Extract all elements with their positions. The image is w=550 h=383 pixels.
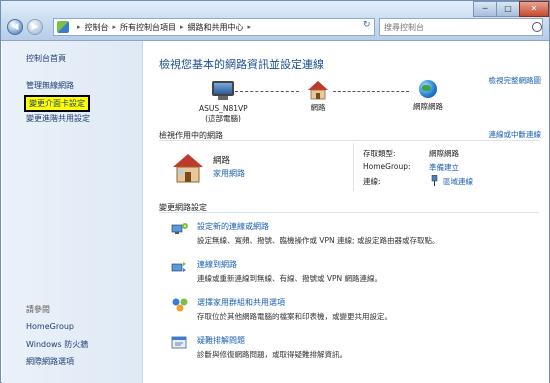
main-content: 檢視您基本的網路資訊並設定連線 檢視完整網路圖 ASUS_N81VP (這部電腦… [143, 41, 549, 383]
network-node: 網路 [303, 80, 333, 113]
computer-icon [212, 81, 234, 96]
connections-label: 連線: [363, 177, 381, 186]
page-title: 檢視您基本的網路資訊並設定連線 [159, 58, 324, 71]
network-map: ASUS_N81VP (這部電腦) 網路 網際網路 [143, 80, 549, 131]
change-adapter-settings-link[interactable]: 變更介面卡設定 [24, 95, 90, 112]
network-name: 網路 [213, 156, 231, 166]
connect-network-icon [171, 262, 186, 272]
left-navigation-pane: 控制台首頁 管理無線網路 變更介面卡設定 變更進階共用設定 請參閱 HomeGr… [2, 41, 143, 383]
network-sharing-center-window: ─ □ ✕ ◀ ▶ ▸ 控制台 ▸ 所有控制台項目 ▸ 網路和共用中心 ▸ ↻ … [0, 0, 550, 383]
internet-options-link[interactable]: 網際網路選項 [26, 356, 74, 367]
search-icon[interactable] [532, 22, 542, 32]
local-connection-link[interactable]: 區域連線 [443, 176, 473, 187]
chevron-right-icon[interactable]: ▸ [248, 23, 252, 31]
forward-button[interactable]: ▶ [27, 19, 43, 35]
homegroup-link[interactable]: HomeGroup [26, 322, 74, 331]
breadcrumb-all-items[interactable]: 所有控制台項目 [120, 22, 176, 33]
ethernet-icon [431, 175, 438, 186]
homegroup-label: HomeGroup: [363, 162, 411, 171]
breadcrumb-control-panel[interactable]: 控制台 [85, 22, 109, 33]
troubleshoot-link[interactable]: 疑難排解問題 [197, 335, 245, 346]
chevron-right-icon[interactable]: ▸ [180, 23, 184, 31]
setup-connection-desc: 設定無線、寬頻、撥號、臨機操作或 VPN 連線; 或設定路由器或存取點。 [197, 236, 440, 245]
globe-icon [419, 80, 437, 98]
network-type-link[interactable]: 家用網路 [213, 168, 245, 179]
minimize-button[interactable]: ─ [473, 1, 497, 17]
search-input[interactable] [380, 22, 528, 32]
windows-firewall-link[interactable]: Windows 防火牆 [26, 339, 88, 350]
close-button[interactable]: ✕ [519, 1, 549, 17]
setup-connection-link[interactable]: 設定新的連線或網路 [197, 221, 269, 232]
homegroup-options-desc: 存取位於其他網路電腦的檔案和印表機，或變更共用設定。 [197, 312, 392, 321]
troubleshoot-icon [171, 336, 187, 349]
control-panel-icon [57, 21, 69, 33]
network-label: 網路 [310, 103, 326, 112]
computer-node: ASUS_N81VP (這部電腦) [199, 81, 248, 124]
back-button[interactable]: ◀ [7, 19, 23, 35]
computer-subtitle: (這部電腦) [205, 114, 241, 123]
address-bar: ─ □ ✕ ◀ ▶ ▸ 控制台 ▸ 所有控制台項目 ▸ 網路和共用中心 ▸ ↻ [1, 1, 549, 41]
connect-disconnect-link[interactable]: 連線或中斷連線 [489, 129, 542, 140]
connect-network-link[interactable]: 連線到網路 [197, 259, 237, 270]
troubleshoot-desc: 診斷與修復網路問題，或取得疑難排解資訊。 [197, 350, 347, 359]
control-panel-home-link[interactable]: 控制台首頁 [26, 53, 66, 64]
see-also-heading: 請參閱 [26, 305, 50, 314]
maximize-button[interactable]: □ [496, 1, 520, 17]
internet-node: 網際網路 [408, 80, 448, 112]
homegroup-icon [172, 298, 188, 312]
search-box[interactable] [379, 18, 543, 36]
new-connection-icon [171, 223, 188, 234]
manage-wireless-link[interactable]: 管理無線網路 [26, 80, 74, 91]
access-type-value: 網際網路 [429, 149, 459, 158]
map-connector [333, 91, 409, 93]
access-type-label: 存取類型: [363, 149, 396, 158]
homegroup-options-link[interactable]: 選擇家用群組和共用選項 [197, 297, 285, 308]
homegroup-ready-link[interactable]: 準備建立 [429, 162, 459, 173]
breadcrumb[interactable]: ▸ 控制台 ▸ 所有控制台項目 ▸ 網路和共用中心 ▸ [53, 18, 375, 36]
connect-network-desc: 連線或重新連線到無線、有線、撥號或 VPN 網路連線。 [197, 274, 383, 283]
chevron-right-icon[interactable]: ▸ [77, 23, 81, 31]
internet-label: 網際網路 [413, 102, 443, 111]
computer-name: ASUS_N81VP [199, 104, 248, 113]
refresh-icon[interactable]: ↻ [363, 20, 373, 32]
breadcrumb-network-center[interactable]: 網路和共用中心 [188, 22, 244, 33]
chevron-right-icon[interactable]: ▸ [113, 23, 117, 31]
house-icon [308, 81, 328, 100]
house-icon [173, 154, 203, 183]
advanced-sharing-link[interactable]: 變更進階共用設定 [26, 113, 90, 124]
